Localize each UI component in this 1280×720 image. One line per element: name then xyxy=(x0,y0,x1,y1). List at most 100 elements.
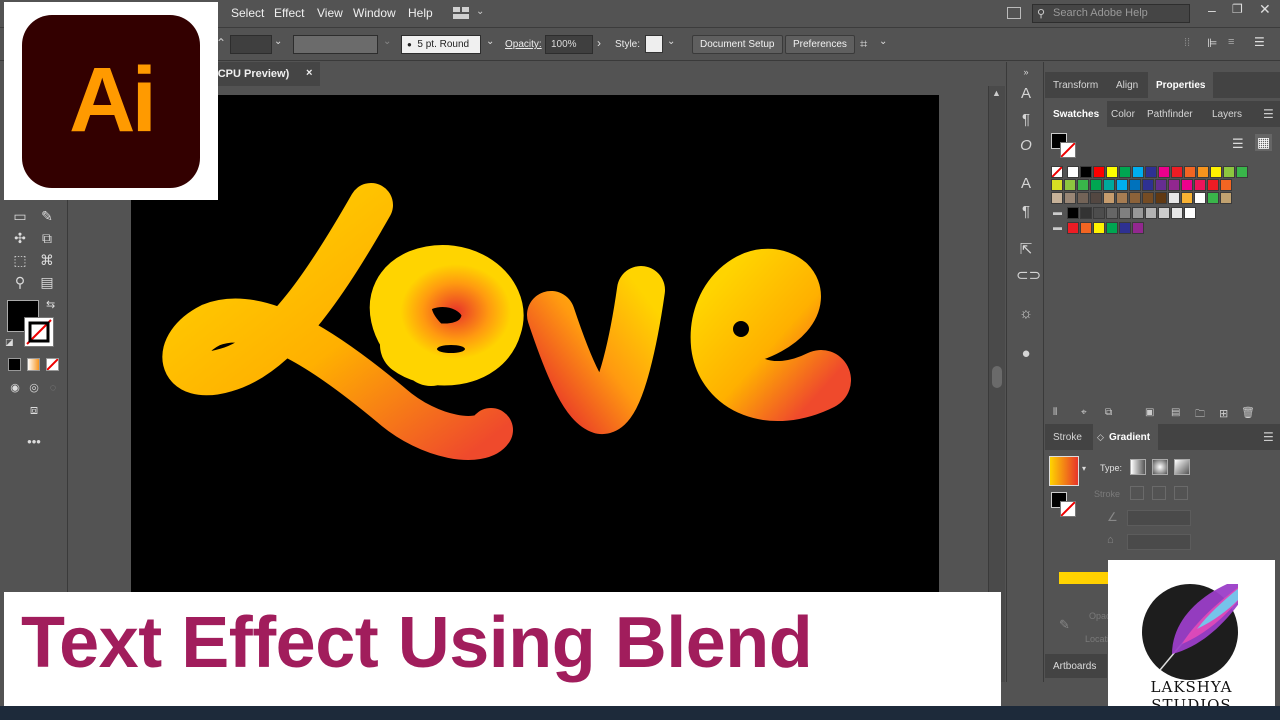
swatch-row1-13[interactable] xyxy=(1236,166,1248,178)
tab-stroke[interactable]: Stroke xyxy=(1045,424,1090,450)
draw-normal-icon[interactable]: ◉ xyxy=(5,378,25,398)
swatch-row1-8[interactable] xyxy=(1171,166,1183,178)
swatch-row5-4[interactable] xyxy=(1119,222,1131,234)
draw-inside-icon[interactable]: ◌ xyxy=(43,378,63,398)
swatch-row2-7[interactable] xyxy=(1142,179,1154,191)
symbol-sprayer-icon[interactable]: ⧉ xyxy=(37,228,57,248)
opacity-label[interactable]: Opacity: xyxy=(505,39,542,50)
more-tools-icon[interactable]: ••• xyxy=(24,432,44,452)
swatch-row1-5[interactable] xyxy=(1132,166,1144,178)
menu-effect[interactable]: Effect xyxy=(274,6,304,20)
list-view-icon[interactable]: ☰ xyxy=(1232,136,1244,152)
swatch-kind-icon[interactable]: ⌖ xyxy=(1081,407,1087,418)
swatch-row4-1[interactable] xyxy=(1080,207,1092,219)
swatch-row2-3[interactable] xyxy=(1090,179,1102,191)
links-icon[interactable]: ⊂⊃ xyxy=(1016,266,1041,286)
panel-menu-icon[interactable]: ☰ xyxy=(1263,107,1274,121)
close-tab-icon[interactable]: × xyxy=(306,67,312,79)
swatch-row1-0[interactable] xyxy=(1067,166,1079,178)
swatch-row2-9[interactable] xyxy=(1168,179,1180,191)
default-colors-icon[interactable]: ◪ xyxy=(5,337,14,348)
swatch-row1-7[interactable] xyxy=(1158,166,1170,178)
tab-properties[interactable]: Properties xyxy=(1148,72,1214,98)
menu-help[interactable]: Help xyxy=(408,6,433,20)
swatch-row2-13[interactable] xyxy=(1220,179,1232,191)
swatch-row3-7[interactable] xyxy=(1142,192,1154,204)
workspace-switcher-icon[interactable] xyxy=(453,7,469,19)
swatch-row3-10[interactable] xyxy=(1181,192,1193,204)
gradient-slider[interactable] xyxy=(1059,572,1109,584)
stroke-weight-field[interactable] xyxy=(230,35,272,54)
transform-icon[interactable]: ≡ xyxy=(1228,36,1234,48)
swatch-row4-0[interactable] xyxy=(1067,207,1079,219)
document-setup-button[interactable]: Document Setup xyxy=(692,35,783,54)
artboard-tool-icon[interactable]: ⬚ xyxy=(10,250,30,270)
character-icon[interactable]: A xyxy=(1016,84,1036,104)
gradient-tool-icon[interactable]: ▭ xyxy=(10,206,30,226)
swatch-row2-12[interactable] xyxy=(1207,179,1219,191)
tab-transform[interactable]: Transform xyxy=(1045,72,1106,98)
menu-icon[interactable]: ☰ xyxy=(1254,35,1265,49)
chevron-right-icon[interactable]: › xyxy=(597,36,601,50)
swatch-row2-8[interactable] xyxy=(1155,179,1167,191)
aspect-ratio-field[interactable] xyxy=(1127,534,1191,550)
swatch-row3-0[interactable] xyxy=(1051,192,1063,204)
color-mode-icon[interactable] xyxy=(8,358,21,371)
swatch-row2-0[interactable] xyxy=(1051,179,1063,191)
swatch-row2-6[interactable] xyxy=(1129,179,1141,191)
swatch-row3-11[interactable] xyxy=(1194,192,1206,204)
arrange-icon[interactable]: ⌗ xyxy=(860,36,867,52)
tab-align[interactable]: Align xyxy=(1108,72,1146,98)
swatch-row4-9[interactable] xyxy=(1184,207,1196,219)
slice-tool-icon[interactable]: ⌘ xyxy=(37,250,57,270)
swatch-row1-2[interactable] xyxy=(1093,166,1105,178)
brush-profile-select[interactable]: ● 5 pt. Round xyxy=(401,35,481,54)
swatch-row4-5[interactable] xyxy=(1132,207,1144,219)
swatch-row5-3[interactable] xyxy=(1106,222,1118,234)
document-tab[interactable]: (/CPU Preview) × xyxy=(205,62,320,86)
scroll-thumb[interactable] xyxy=(992,366,1002,388)
swatch-row2-5[interactable] xyxy=(1116,179,1128,191)
swatch-row1-9[interactable] xyxy=(1184,166,1196,178)
swatch-row1-12[interactable] xyxy=(1223,166,1235,178)
graphic-style-swatch[interactable] xyxy=(645,35,663,53)
paragraph-icon[interactable]: ¶ xyxy=(1016,110,1036,130)
none-mode-icon[interactable] xyxy=(46,358,59,371)
artboard[interactable] xyxy=(131,95,939,595)
swatch-show-icon[interactable]: ▤ xyxy=(1171,407,1180,418)
swatch-row5-2[interactable] xyxy=(1093,222,1105,234)
gradient-stroke-icon[interactable] xyxy=(1060,501,1076,517)
swatch-row4-4[interactable] xyxy=(1119,207,1131,219)
swatch-row3-3[interactable] xyxy=(1090,192,1102,204)
swatch-row4-3[interactable] xyxy=(1106,207,1118,219)
screen-mode-icon[interactable]: ⧈ xyxy=(24,400,44,420)
swatch-row2-4[interactable] xyxy=(1103,179,1115,191)
swap-colors-icon[interactable]: ⇆ xyxy=(46,298,55,311)
chevron-down-icon[interactable]: ⌄ xyxy=(476,6,484,17)
swatch-row3-6[interactable] xyxy=(1129,192,1141,204)
preferences-button[interactable]: Preferences xyxy=(785,35,855,54)
swatch-row5-5[interactable] xyxy=(1132,222,1144,234)
graph-tool-icon[interactable]: ▤ xyxy=(37,272,57,292)
swatch-row1-11[interactable] xyxy=(1210,166,1222,178)
distribute-icon[interactable]: ⊫ xyxy=(1207,36,1217,50)
swatch-stroke-icon[interactable] xyxy=(1060,142,1076,158)
swatch-row1-10[interactable] xyxy=(1197,166,1209,178)
menu-window[interactable]: Window xyxy=(353,6,396,20)
tab-layers[interactable]: Layers xyxy=(1204,101,1250,127)
swatch-options-icon[interactable]: ⧉ xyxy=(1105,407,1112,418)
appearance-icon[interactable]: ☼ xyxy=(1016,304,1036,324)
maximize-icon[interactable]: ❐ xyxy=(1232,2,1243,16)
blend-tool-icon[interactable]: ✣ xyxy=(10,228,30,248)
gradient-mode-icon[interactable] xyxy=(27,358,40,371)
swatch-row1-6[interactable] xyxy=(1145,166,1157,178)
export-icon[interactable]: ⇱ xyxy=(1016,240,1036,260)
tab-pathfinder[interactable]: Pathfinder xyxy=(1139,101,1201,127)
swatch-row4-6[interactable] xyxy=(1145,207,1157,219)
swatch-row2-10[interactable] xyxy=(1181,179,1193,191)
linear-gradient-icon[interactable] xyxy=(1130,459,1146,475)
swatch-row3-12[interactable] xyxy=(1207,192,1219,204)
search-input[interactable]: ⚲ Search Adobe Help xyxy=(1032,4,1190,23)
swatch-library-icon[interactable]: ⫴ xyxy=(1053,407,1057,418)
eyedropper-tool-icon[interactable]: ✎ xyxy=(37,206,57,226)
